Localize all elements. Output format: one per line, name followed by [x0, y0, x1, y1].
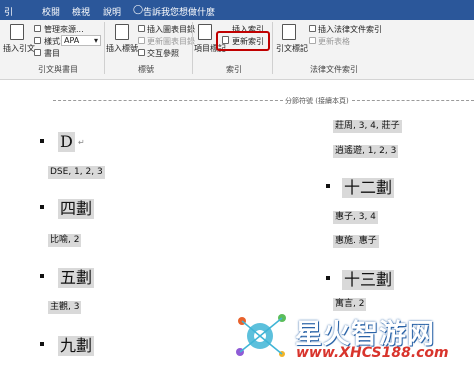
bullet: [40, 139, 44, 143]
update-authorities-icon: [309, 37, 316, 44]
index-entry: 逍遙遊, 1, 2, 3: [333, 145, 399, 158]
index-entry: 寓言, 2: [333, 298, 367, 311]
bullet: [40, 205, 44, 209]
group-separator: [104, 22, 105, 74]
bullet: [40, 342, 44, 346]
insert-citation-button[interactable]: 插入引文: [3, 43, 35, 54]
insert-citation-icon: [10, 24, 24, 40]
section-break: 分節符號 (接續本頁): [283, 96, 351, 106]
update-index-icon: [222, 36, 229, 44]
index-heading: 九劃: [58, 336, 95, 356]
insert-caption-button[interactable]: 插入標號: [106, 43, 138, 54]
bibliography-icon: [34, 49, 41, 56]
manage-sources-button[interactable]: 管理來源...: [44, 24, 84, 35]
group-separator: [272, 22, 273, 74]
insert-table-of-figures-button[interactable]: 插入圖表目錄: [147, 24, 195, 35]
group-label-citations: 引文與書目: [38, 65, 78, 74]
mark-citation-icon: [282, 24, 296, 40]
index-heading: D: [58, 132, 75, 152]
group-label-index: 索引: [226, 65, 242, 74]
insert-caption-icon: [115, 24, 129, 40]
table-of-figures-icon: [138, 25, 145, 32]
section-break-line: [352, 100, 474, 101]
update-table-icon: [138, 37, 145, 44]
bullet: [326, 276, 330, 280]
tell-me-box[interactable]: 告訴我您想做什麼: [143, 5, 215, 18]
index-entry: 主觀, 3: [48, 301, 82, 314]
style-value: APA: [64, 36, 80, 45]
index-entry: 莊周, 3, 4, 莊子: [333, 120, 402, 133]
section-break-line: [53, 100, 283, 101]
cross-reference-button[interactable]: 交互參照: [147, 48, 179, 59]
bullet: [326, 184, 330, 188]
mark-entry-icon: [198, 24, 212, 40]
style-dropdown[interactable]: APA ▾: [61, 35, 101, 46]
chevron-down-icon: ▾: [93, 36, 98, 45]
paragraph-mark: ↵: [78, 138, 85, 147]
tab-view[interactable]: 檢視: [72, 5, 90, 18]
index-entry: 惠施. 惠子: [333, 235, 379, 248]
watermark-url: www.XHCS188.com: [296, 345, 449, 361]
tab-help[interactable]: 說明: [103, 5, 121, 18]
bullet: [40, 274, 44, 278]
table-of-authorities-icon: [309, 25, 316, 32]
index-entry: DSE, 1, 2, 3: [48, 166, 105, 179]
watermark-logo-icon: [236, 314, 286, 357]
tab-references[interactable]: 引: [4, 5, 13, 18]
bibliography-button[interactable]: 書目: [44, 48, 60, 59]
style-label: 樣式:: [44, 37, 63, 46]
update-table-button[interactable]: 更新圖表目錄: [147, 36, 195, 47]
update-table-authorities-button[interactable]: 更新表格: [318, 36, 350, 47]
index-entry: 惠子, 3, 4: [333, 211, 378, 224]
group-label-captions: 標號: [138, 65, 154, 74]
index-entry: 比喻, 2: [48, 234, 82, 247]
update-index-button[interactable]: 更新索引: [232, 36, 264, 47]
tab-review[interactable]: 校閱: [42, 5, 60, 18]
index-heading: 十二劃: [342, 178, 395, 198]
index-heading: 五劃: [58, 268, 95, 288]
style-icon: [34, 37, 41, 44]
index-heading: 十三劃: [342, 270, 395, 290]
cross-reference-icon: [138, 49, 145, 56]
insert-table-of-authorities-button[interactable]: 插入法律文件索引: [318, 24, 382, 35]
group-separator: [192, 22, 193, 74]
manage-sources-icon: [34, 25, 41, 32]
ribbon: 插入引文 管理來源... 樣式: APA ▾ 書目 引文與書目 插入標號 插入圖表…: [0, 20, 474, 80]
mark-citation-button[interactable]: 引文標記: [276, 43, 308, 54]
lightbulb-icon: ◯: [133, 5, 144, 15]
menu-bar: 引 校閱 檢視 說明 ◯ 告訴我您想做什麼: [0, 0, 474, 20]
group-label-authorities: 法律文件索引: [310, 65, 358, 74]
index-heading: 四劃: [58, 199, 95, 219]
